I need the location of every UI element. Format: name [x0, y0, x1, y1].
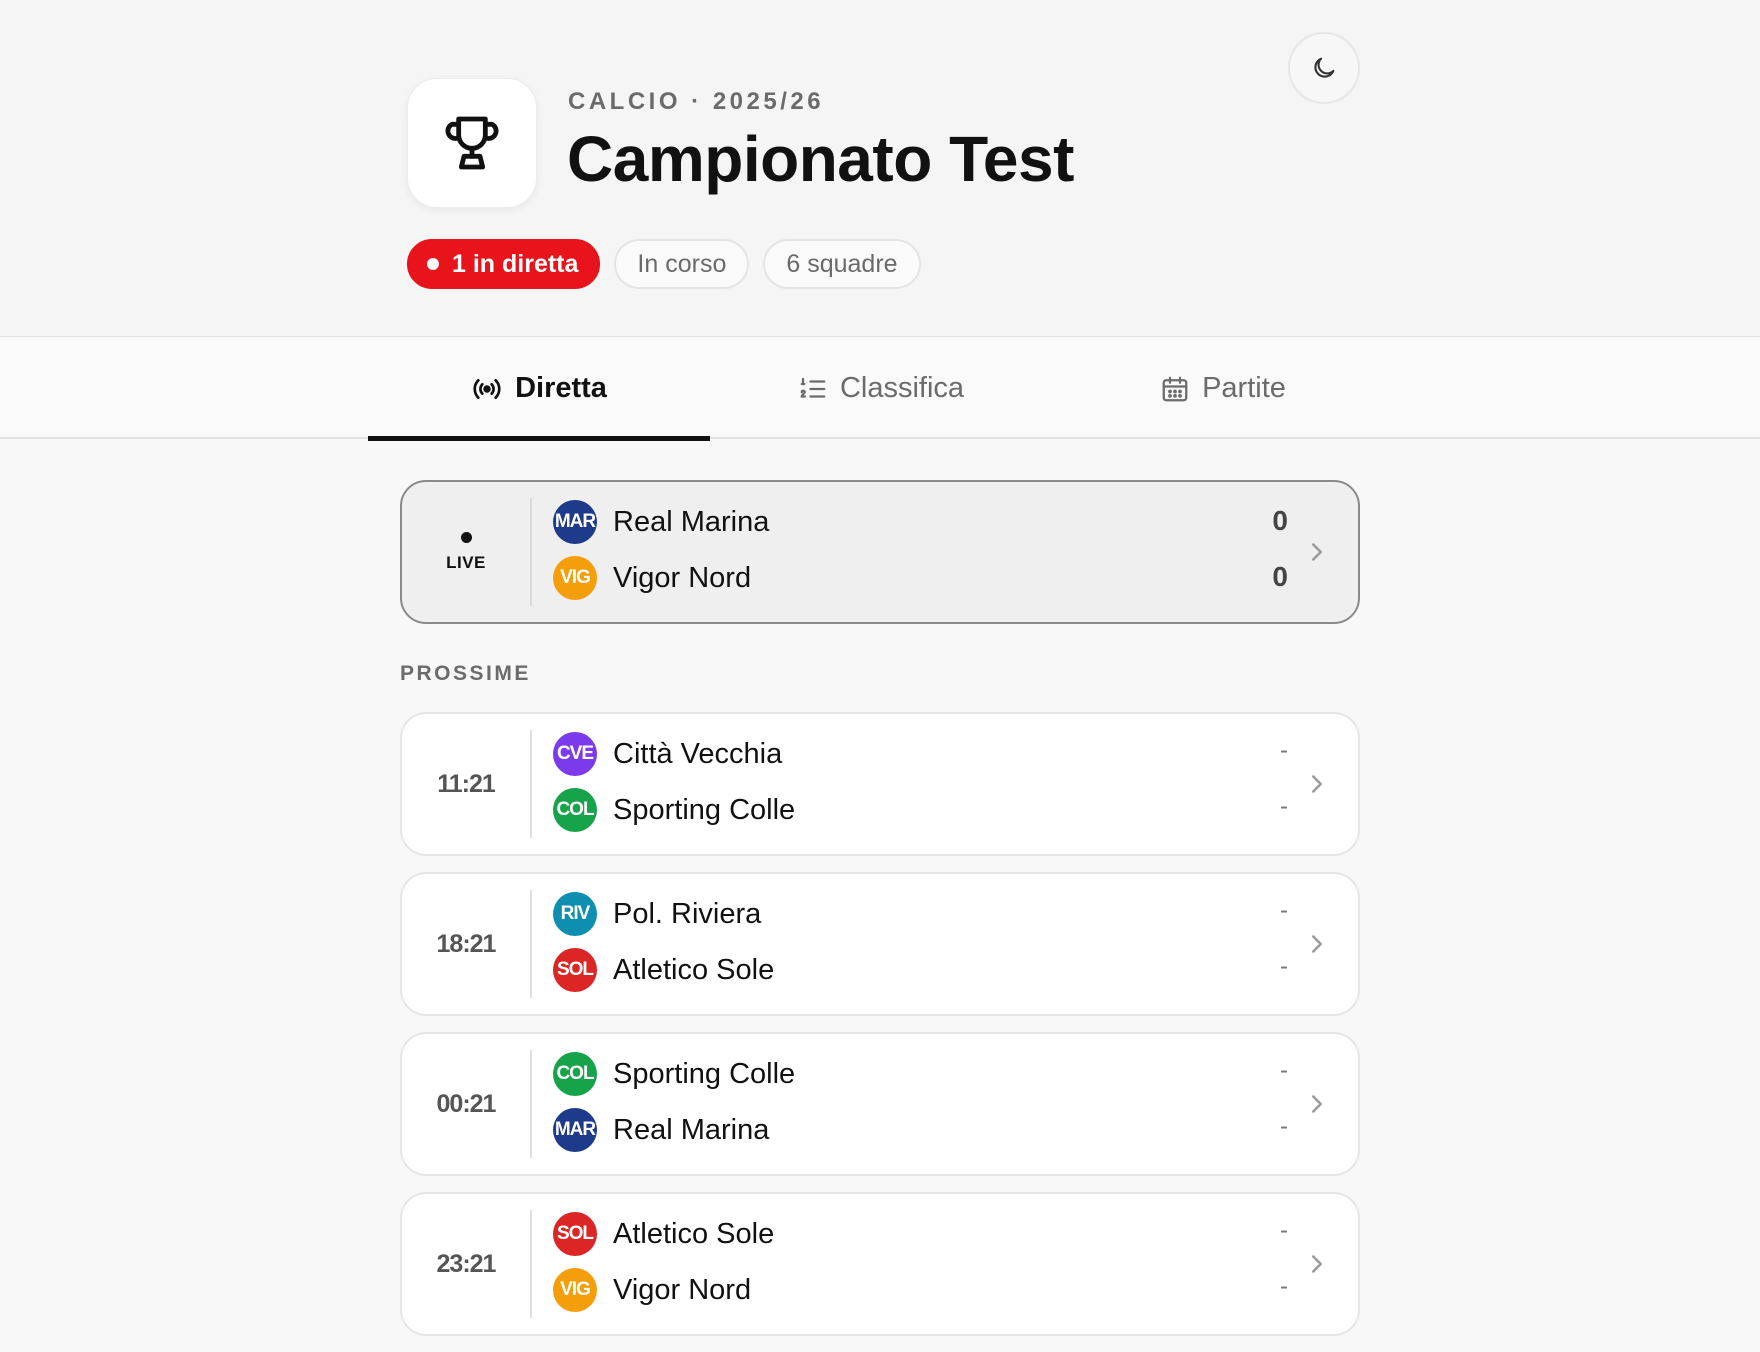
- home-team: CVE Città Vecchia: [553, 731, 782, 777]
- kickoff-time: 11:21: [437, 769, 496, 798]
- home-team: COL Sporting Colle: [553, 1051, 795, 1097]
- moon-icon: [1314, 57, 1335, 78]
- match-time-column: 00:21: [402, 1050, 532, 1158]
- match-time-column: 18:21: [402, 890, 532, 998]
- match-status-column: LIVE: [402, 498, 532, 606]
- team-name: Vigor Nord: [613, 561, 752, 594]
- kickoff-time: 00:21: [436, 1089, 497, 1118]
- live-match-card[interactable]: LIVE MAR Real Marina VIG Vigor Nord 0 0: [400, 480, 1360, 624]
- live-count-label: 1 in diretta: [452, 249, 579, 278]
- away-score: -: [1280, 793, 1288, 820]
- match-time-column: 11:21: [402, 730, 532, 838]
- chevron-right-icon: [1312, 543, 1322, 561]
- live-count-badge[interactable]: 1 in diretta: [407, 239, 601, 289]
- team-name: Real Marina: [613, 505, 770, 538]
- match-card[interactable]: 18:21 RIV Pol. Riviera SOL Atletico Sole…: [400, 872, 1360, 1016]
- team-badge: VIG: [553, 1268, 597, 1312]
- tab-partite[interactable]: Partite: [1052, 338, 1394, 439]
- away-score: -: [1280, 953, 1288, 980]
- kickoff-time: 18:21: [436, 929, 497, 958]
- league-kicker: CALCIO · 2025/26: [568, 88, 825, 115]
- team-name: Città Vecchia: [613, 737, 783, 770]
- status-pills: 1 in diretta In corso 6 squadre: [407, 239, 921, 289]
- chevron-right-icon: [1312, 775, 1322, 793]
- ranked-list-icon: [800, 377, 826, 398]
- team-name: Vigor Nord: [613, 1273, 752, 1306]
- league-logo: [407, 78, 537, 208]
- status-label: In corso: [637, 249, 727, 278]
- away-team: VIG Vigor Nord: [553, 1267, 751, 1313]
- upcoming-section-label: PROSSIME: [400, 662, 531, 685]
- team-badge: MAR: [553, 500, 597, 544]
- chevron-right-icon: [1312, 1255, 1322, 1273]
- team-name: Sporting Colle: [613, 793, 796, 826]
- chevron-right-icon: [1312, 935, 1322, 953]
- home-score: 0: [1272, 505, 1288, 536]
- broadcast-icon: [473, 378, 501, 399]
- match-card[interactable]: 00:21 COL Sporting Colle MAR Real Marina…: [400, 1032, 1360, 1176]
- match-card[interactable]: 23:21 SOL Atletico Sole VIG Vigor Nord -…: [400, 1192, 1360, 1336]
- upcoming-matches: 11:21 CVE Città Vecchia COL Sporting Col…: [400, 712, 1360, 1336]
- live-dot-icon: [427, 258, 439, 270]
- teams-count-label: 6 squadre: [786, 249, 898, 278]
- calendar-icon: [1162, 376, 1188, 401]
- team-badge: MAR: [553, 1108, 597, 1152]
- away-score: 0: [1272, 561, 1288, 592]
- team-name: Atletico Sole: [613, 953, 775, 986]
- team-badge: SOL: [553, 948, 597, 992]
- team-name: Real Marina: [613, 1113, 770, 1146]
- home-score: -: [1280, 897, 1288, 924]
- tab-classifica-label: Classifica: [839, 372, 965, 404]
- tab-partite-label: Partite: [1202, 372, 1286, 404]
- live-indicator-icon: [460, 531, 472, 543]
- away-team: MAR Real Marina: [553, 1107, 769, 1153]
- tab-diretta[interactable]: Diretta: [368, 338, 710, 441]
- home-score: -: [1280, 1057, 1288, 1084]
- home-score: -: [1280, 1217, 1288, 1244]
- away-team: COL Sporting Colle: [553, 787, 795, 833]
- team-badge: COL: [553, 788, 597, 832]
- kickoff-time: 23:21: [436, 1249, 497, 1278]
- home-team: RIV Pol. Riviera: [553, 891, 761, 937]
- home-team: MAR Real Marina: [553, 499, 769, 545]
- page-title: Campionato Test: [567, 123, 1074, 195]
- team-name: Pol. Riviera: [613, 897, 762, 930]
- match-card[interactable]: 11:21 CVE Città Vecchia COL Sporting Col…: [400, 712, 1360, 856]
- match-time-column: 23:21: [402, 1210, 532, 1318]
- team-name: Atletico Sole: [613, 1217, 775, 1250]
- team-name: Sporting Colle: [613, 1057, 796, 1090]
- team-badge: CVE: [553, 732, 597, 776]
- chevron-right-icon: [1312, 1095, 1322, 1113]
- home-team: SOL Atletico Sole: [553, 1211, 774, 1257]
- away-team: SOL Atletico Sole: [553, 947, 774, 993]
- away-score: -: [1280, 1273, 1288, 1300]
- team-badge: RIV: [553, 892, 597, 936]
- league-header: CALCIO · 2025/26 Campionato Test 1 in di…: [0, 0, 1760, 337]
- theme-toggle-button[interactable]: [1288, 32, 1360, 104]
- team-badge: COL: [553, 1052, 597, 1096]
- team-badge: VIG: [553, 556, 597, 600]
- tab-bar: Diretta Classifica Partite: [0, 338, 1760, 441]
- teams-count-badge: 6 squadre: [763, 239, 921, 289]
- trophy-icon: [445, 116, 499, 170]
- status-badge: In corso: [614, 239, 750, 289]
- tab-diretta-label: Diretta: [515, 372, 607, 404]
- matches-list: LIVE MAR Real Marina VIG Vigor Nord 0 0 …: [400, 480, 1360, 1352]
- team-badge: SOL: [553, 1212, 597, 1256]
- live-status-label: LIVE: [446, 552, 486, 572]
- home-score: -: [1280, 737, 1288, 764]
- away-score: -: [1280, 1113, 1288, 1140]
- away-team: VIG Vigor Nord: [553, 555, 751, 601]
- tab-classifica[interactable]: Classifica: [710, 338, 1052, 439]
